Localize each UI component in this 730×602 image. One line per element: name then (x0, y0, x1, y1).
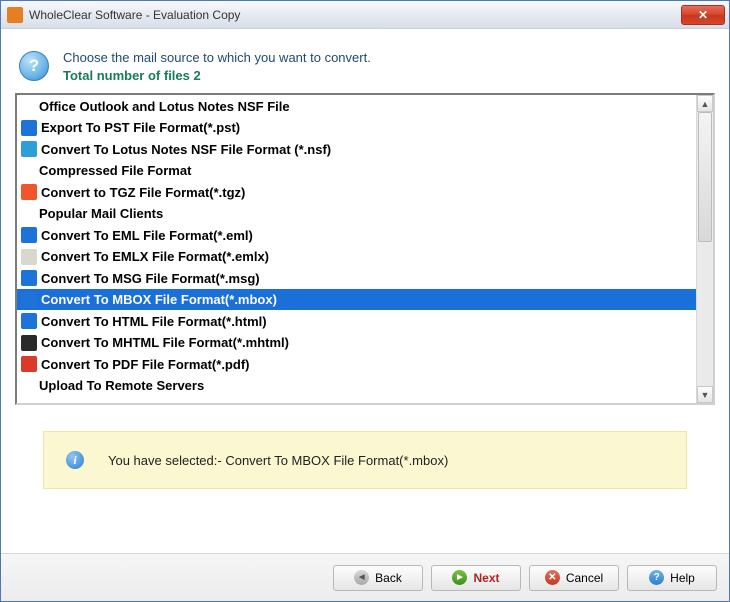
back-button[interactable]: ◄ Back (333, 565, 423, 591)
format-icon (21, 270, 37, 286)
info-icon: i (66, 451, 84, 469)
format-icon (21, 249, 37, 265)
close-icon: ✕ (698, 8, 708, 22)
format-listbox: Office Outlook and Lotus Notes NSF File E… (15, 93, 715, 405)
file-count-text: Total number of files 2 (63, 67, 371, 85)
close-button[interactable]: ✕ (681, 5, 725, 25)
titlebar: WholeClear Software - Evaluation Copy ✕ (1, 1, 729, 29)
cancel-icon: ✕ (545, 570, 560, 585)
format-list[interactable]: Office Outlook and Lotus Notes NSF File E… (17, 95, 696, 403)
format-icon (21, 356, 37, 372)
list-item-label: Convert To PDF File Format(*.pdf) (41, 357, 249, 372)
list-item-label: Convert To Lotus Notes NSF File Format (… (41, 142, 331, 157)
list-item-label: Office Outlook and Lotus Notes NSF File (39, 99, 290, 114)
format-icon (21, 313, 37, 329)
help-icon: ? (649, 570, 664, 585)
scroll-up-button[interactable]: ▲ (697, 95, 713, 112)
list-item-label: Compressed File Format (39, 163, 191, 178)
list-item-label: Convert to TGZ File Format(*.tgz) (41, 185, 245, 200)
list-group-header: Compressed File Format (17, 160, 696, 182)
scrollbar[interactable]: ▲ ▼ (696, 95, 713, 403)
list-item-label: Convert To EML File Format(*.eml) (41, 228, 253, 243)
format-icon (21, 227, 37, 243)
content-area: ? Choose the mail source to which you wa… (1, 29, 729, 553)
format-icon (21, 184, 37, 200)
list-item[interactable]: Convert To Lotus Notes NSF File Format (… (17, 138, 696, 160)
back-label: Back (375, 571, 402, 585)
cancel-label: Cancel (566, 571, 603, 585)
app-icon (7, 7, 23, 23)
list-item-label: Upload To Remote Servers (39, 378, 204, 393)
list-item-label: Convert To EMLX File Format(*.emlx) (41, 249, 269, 264)
list-item[interactable]: Convert to TGZ File Format(*.tgz) (17, 181, 696, 203)
list-item[interactable]: Convert To PDF File Format(*.pdf) (17, 353, 696, 375)
list-item-label: Popular Mail Clients (39, 206, 163, 221)
list-item[interactable]: Convert To MBOX File Format(*.mbox) (17, 289, 696, 311)
list-item-label: Convert To MHTML File Format(*.mhtml) (41, 335, 289, 350)
instruction-text: Choose the mail source to which you want… (63, 49, 371, 85)
cancel-button[interactable]: ✕ Cancel (529, 565, 619, 591)
list-item-label: Convert To MBOX File Format(*.mbox) (41, 292, 277, 307)
next-button[interactable]: ► Next (431, 565, 521, 591)
help-button[interactable]: ? Help (627, 565, 717, 591)
question-icon: ? (19, 51, 49, 81)
app-window: WholeClear Software - Evaluation Copy ✕ … (0, 0, 730, 602)
list-group-header: Popular Mail Clients (17, 203, 696, 225)
list-item[interactable]: Convert To MSG File Format(*.msg) (17, 267, 696, 289)
next-label: Next (473, 571, 499, 585)
list-item[interactable]: Convert To HTML File Format(*.html) (17, 310, 696, 332)
format-icon (21, 335, 37, 351)
arrow-left-icon: ◄ (354, 570, 369, 585)
list-item[interactable]: Export To PST File Format(*.pst) (17, 117, 696, 139)
list-group-header: Office Outlook and Lotus Notes NSF File (17, 95, 696, 117)
list-item[interactable]: Convert To EML File Format(*.eml) (17, 224, 696, 246)
scroll-track[interactable] (697, 112, 713, 386)
window-title: WholeClear Software - Evaluation Copy (29, 8, 681, 22)
selection-text: You have selected:- Convert To MBOX File… (108, 453, 448, 468)
list-item[interactable]: Convert To MHTML File Format(*.mhtml) (17, 332, 696, 354)
arrow-right-icon: ► (452, 570, 467, 585)
format-icon (21, 141, 37, 157)
list-item-label: Convert To MSG File Format(*.msg) (41, 271, 260, 286)
scroll-thumb[interactable] (698, 112, 712, 242)
list-item-label: Convert To HTML File Format(*.html) (41, 314, 267, 329)
format-icon (21, 292, 37, 308)
list-item-label: Export To PST File Format(*.pst) (41, 120, 240, 135)
selection-banner: i You have selected:- Convert To MBOX Fi… (43, 431, 687, 489)
format-icon (21, 120, 37, 136)
list-item[interactable]: Convert To EMLX File Format(*.emlx) (17, 246, 696, 268)
wizard-footer: ◄ Back ► Next ✕ Cancel ? Help (1, 553, 729, 601)
instruction-line1: Choose the mail source to which you want… (63, 49, 371, 67)
instruction-row: ? Choose the mail source to which you wa… (19, 49, 711, 85)
list-group-header: Upload To Remote Servers (17, 375, 696, 397)
help-label: Help (670, 571, 695, 585)
scroll-down-button[interactable]: ▼ (697, 386, 713, 403)
